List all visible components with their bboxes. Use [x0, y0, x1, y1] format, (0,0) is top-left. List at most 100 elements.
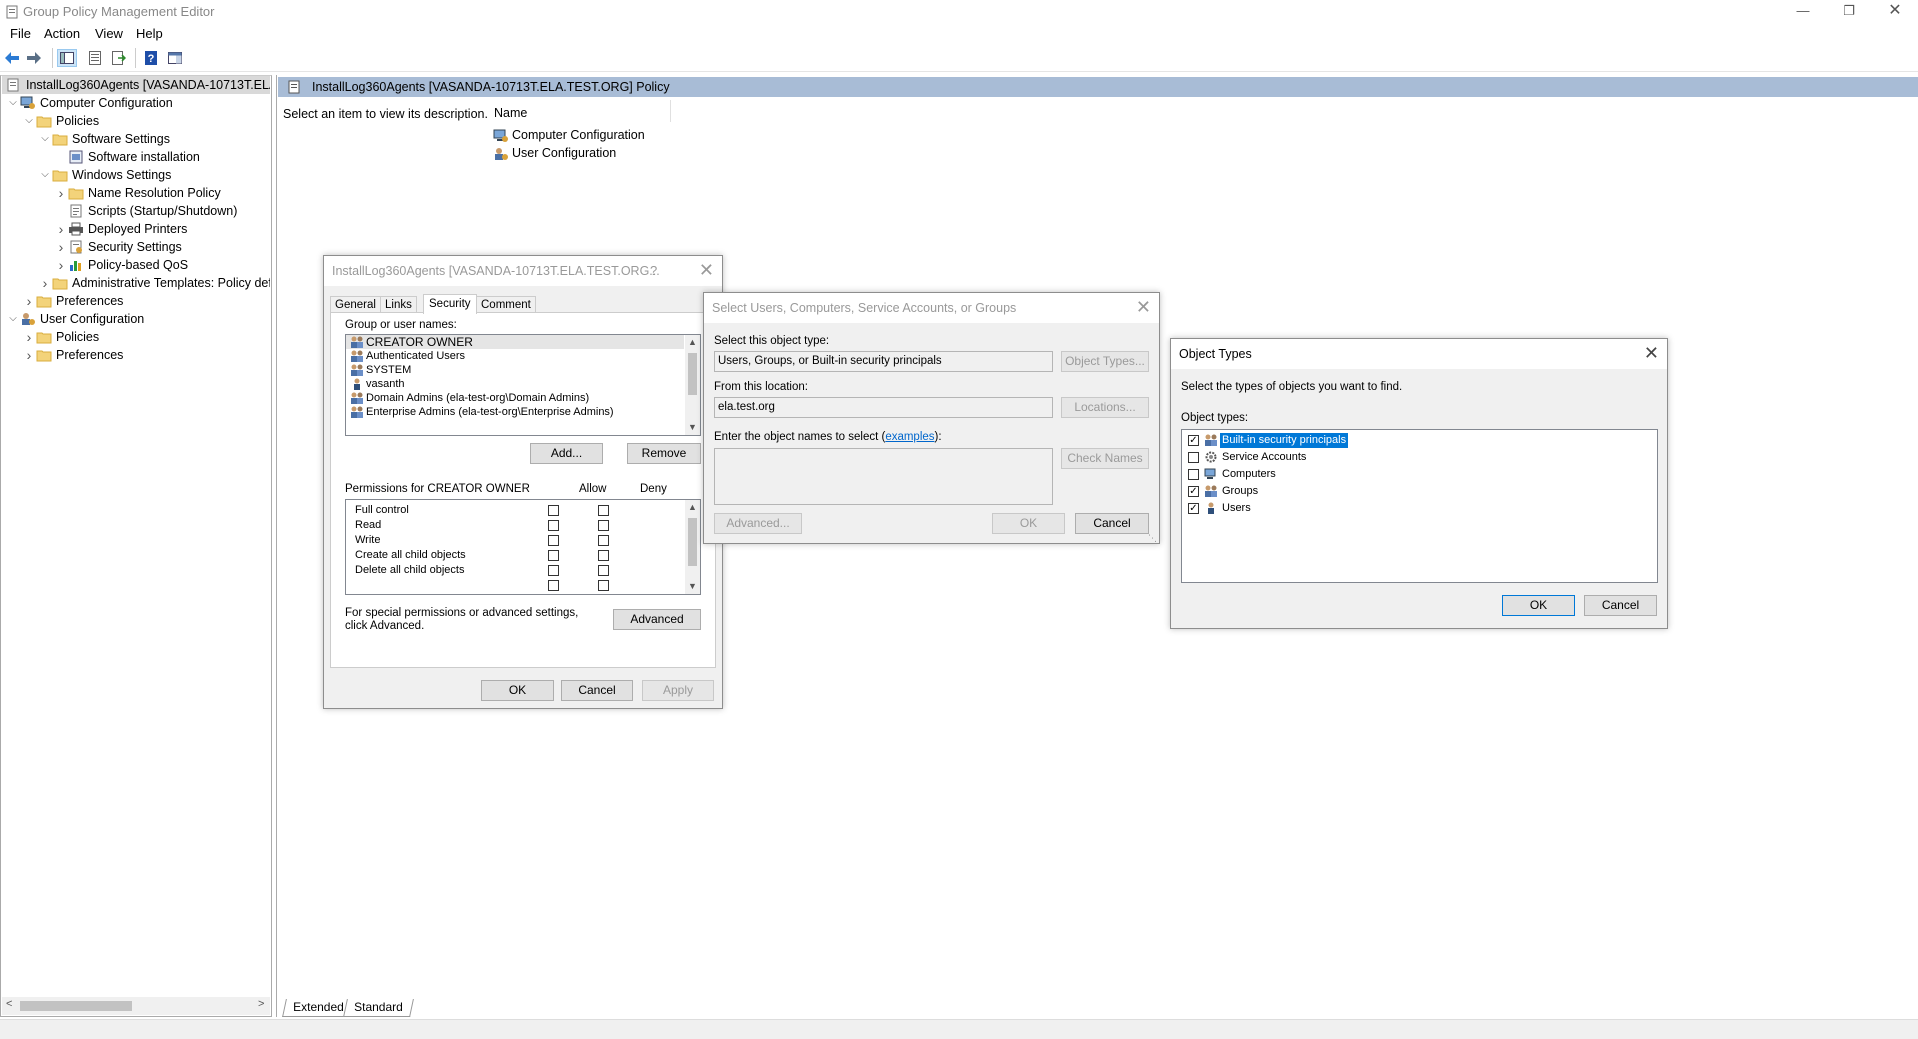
tree-hscrollbar[interactable]: < > — [2, 997, 270, 1015]
menu-file[interactable]: File — [10, 26, 31, 41]
cancel-button[interactable]: Cancel — [1584, 595, 1657, 616]
help-button[interactable]: ? — [650, 263, 657, 278]
check-names-button[interactable]: Check Names — [1061, 448, 1149, 469]
list-item-computer-config[interactable]: Computer Configuration — [493, 127, 693, 145]
object-type-row[interactable]: Computers — [1182, 466, 1652, 483]
deny-checkbox[interactable] — [598, 535, 609, 546]
chevron-down-icon[interactable]: ⌵ — [40, 130, 50, 148]
tree-item[interactable]: ⌵ Software Settings — [2, 130, 270, 148]
permissions-vscrollbar[interactable]: ▲ ▼ — [685, 500, 700, 594]
deny-checkbox[interactable] — [598, 520, 609, 531]
close-icon[interactable]: ✕ — [1644, 343, 1659, 364]
scroll-thumb[interactable] — [688, 353, 697, 395]
allow-checkbox[interactable] — [548, 535, 559, 546]
menu-view[interactable]: View — [95, 26, 123, 41]
list-item-user-config[interactable]: User Configuration — [493, 145, 693, 163]
tree-item[interactable]: › Administrative Templates: Policy defini… — [2, 274, 270, 292]
advanced-button[interactable]: Advanced... — [714, 513, 802, 534]
menu-action[interactable]: Action — [44, 26, 80, 41]
tab-general[interactable]: General — [330, 296, 381, 313]
tree-item[interactable]: ⌵ User Configuration — [2, 310, 270, 328]
cancel-button[interactable]: Cancel — [561, 680, 633, 701]
ok-button[interactable]: OK — [1502, 595, 1575, 616]
ok-button[interactable]: OK — [992, 513, 1065, 534]
tab-standard[interactable]: Standard — [343, 999, 414, 1017]
close-icon[interactable]: ✕ — [1136, 297, 1151, 318]
object-type-checkbox[interactable]: ✓ — [1188, 435, 1199, 446]
chevron-right-icon[interactable]: › — [24, 346, 34, 364]
scroll-thumb[interactable] — [688, 518, 697, 566]
add-button[interactable]: Add... — [530, 443, 603, 464]
forward-arrow-icon[interactable] — [24, 49, 44, 67]
tree-item[interactable]: ⌵ Computer Configuration — [2, 94, 270, 112]
chevron-right-icon[interactable]: › — [56, 184, 66, 202]
deny-checkbox[interactable] — [598, 580, 609, 591]
remove-button[interactable]: Remove — [627, 443, 701, 464]
scroll-up-icon[interactable]: ▲ — [685, 335, 700, 350]
allow-checkbox[interactable] — [548, 520, 559, 531]
tree-item[interactable]: › Preferences — [2, 346, 270, 364]
tree-item[interactable]: ⌵ Windows Settings — [2, 166, 270, 184]
close-icon[interactable]: ✕ — [699, 260, 714, 281]
deny-checkbox[interactable] — [598, 565, 609, 576]
object-type-row[interactable]: Service Accounts — [1182, 449, 1652, 466]
user-list-item[interactable]: vasanth — [346, 377, 684, 391]
chevron-down-icon[interactable]: ⌵ — [8, 310, 18, 328]
close-icon[interactable]: ✕ — [1872, 0, 1918, 24]
tab-security[interactable]: Security — [423, 294, 477, 314]
user-list-item[interactable]: Authenticated Users — [346, 349, 684, 363]
object-type-checkbox[interactable]: ✓ — [1188, 503, 1199, 514]
scroll-up-icon[interactable]: ▲ — [685, 500, 700, 515]
apply-button[interactable]: Apply — [642, 680, 714, 701]
menu-help[interactable]: Help — [136, 26, 163, 41]
chevron-right-icon[interactable]: › — [56, 256, 66, 274]
chevron-down-icon[interactable]: ⌵ — [24, 112, 34, 130]
deny-checkbox[interactable] — [598, 505, 609, 516]
chevron-right-icon[interactable]: › — [56, 238, 66, 256]
action-pane-icon[interactable] — [165, 49, 185, 67]
tab-links[interactable]: Links — [380, 296, 417, 313]
tree-item[interactable]: Scripts (Startup/Shutdown) — [2, 202, 270, 220]
advanced-button[interactable]: Advanced — [613, 609, 701, 630]
object-type-checkbox[interactable] — [1188, 469, 1199, 480]
chevron-down-icon[interactable]: ⌵ — [40, 166, 50, 184]
tree-item[interactable]: › Name Resolution Policy — [2, 184, 270, 202]
scroll-right-icon[interactable]: > — [258, 998, 264, 1010]
chevron-right-icon[interactable]: › — [24, 292, 34, 310]
tab-comment[interactable]: Comment — [476, 296, 536, 313]
tree-item[interactable]: › Policy-based QoS — [2, 256, 270, 274]
chevron-right-icon[interactable]: › — [56, 220, 66, 238]
console-tree-icon[interactable] — [57, 49, 77, 67]
deny-checkbox[interactable] — [598, 550, 609, 561]
allow-checkbox[interactable] — [548, 505, 559, 516]
object-type-checkbox[interactable]: ✓ — [1188, 486, 1199, 497]
scroll-left-icon[interactable]: < — [6, 998, 12, 1010]
chevron-right-icon[interactable]: › — [40, 274, 50, 292]
object-type-row[interactable]: ✓ Groups — [1182, 483, 1652, 500]
object-types-button[interactable]: Object Types... — [1061, 351, 1149, 372]
locations-button[interactable]: Locations... — [1061, 397, 1149, 418]
cancel-button[interactable]: Cancel — [1075, 513, 1149, 534]
tree-item[interactable]: › Deployed Printers — [2, 220, 270, 238]
examples-link[interactable]: examples — [885, 431, 934, 443]
users-vscrollbar[interactable]: ▲ ▼ — [685, 335, 700, 435]
object-type-row[interactable]: ✓ Users — [1182, 500, 1652, 517]
allow-checkbox[interactable] — [548, 580, 559, 591]
restore-icon[interactable]: ❐ — [1826, 0, 1872, 24]
tree-root[interactable]: InstallLog360Agents [VASANDA-10713T.ELA.… — [2, 76, 270, 94]
ok-button[interactable]: OK — [481, 680, 554, 701]
object-type-row[interactable]: ✓ Built-in security principals — [1182, 432, 1652, 449]
user-list-item[interactable]: Enterprise Admins (ela-test-org\Enterpri… — [346, 405, 684, 419]
resize-grip-icon[interactable]: ⋱ — [1148, 533, 1157, 544]
chevron-down-icon[interactable]: ⌵ — [8, 94, 18, 112]
tree-item[interactable]: › Security Settings — [2, 238, 270, 256]
user-list-item[interactable]: Domain Admins (ela-test-org\Domain Admin… — [346, 391, 684, 405]
object-type-checkbox[interactable] — [1188, 452, 1199, 463]
chevron-right-icon[interactable]: › — [24, 328, 34, 346]
scroll-thumb[interactable] — [20, 1001, 132, 1011]
export-list-icon[interactable] — [109, 49, 129, 67]
allow-checkbox[interactable] — [548, 550, 559, 561]
scroll-down-icon[interactable]: ▼ — [685, 420, 700, 435]
scroll-down-icon[interactable]: ▼ — [685, 579, 700, 594]
column-header-name[interactable]: Name — [492, 100, 671, 122]
